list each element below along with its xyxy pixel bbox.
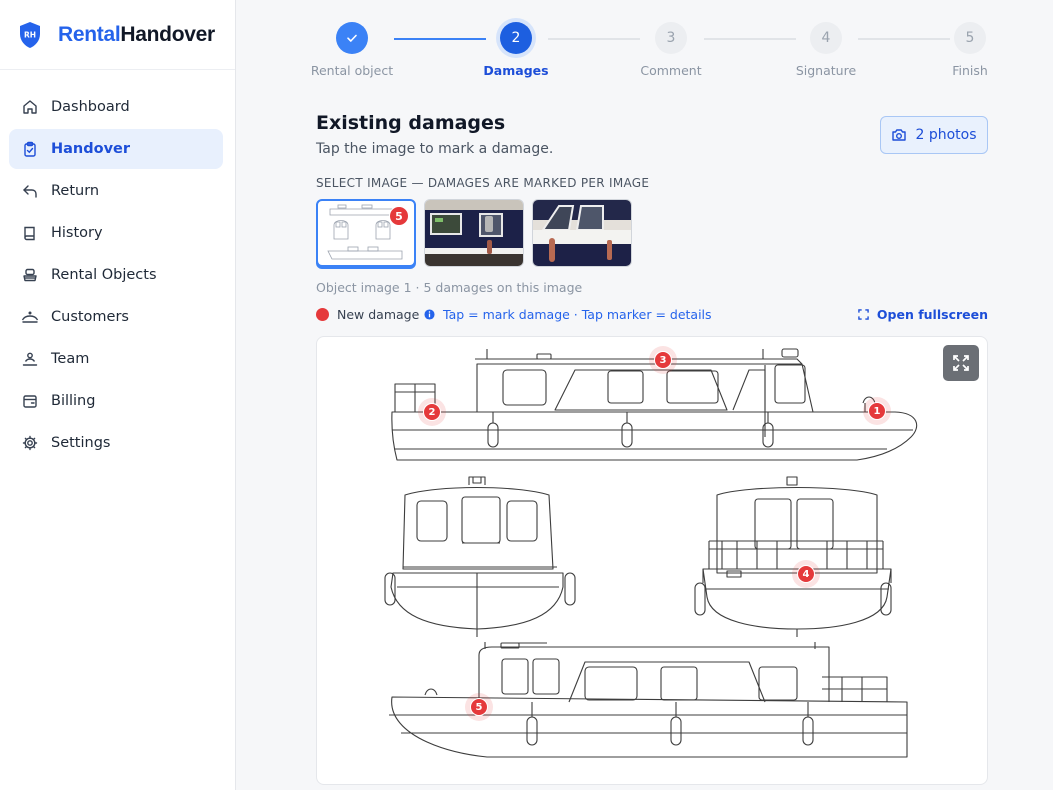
customers-icon	[21, 308, 39, 326]
main-content: Rental object 2 Damages 3 Comment 4 Sign…	[236, 0, 1053, 790]
logo-text: RH	[24, 30, 36, 39]
legend-row: New damage Tap = mark damage · Tap marke…	[316, 307, 988, 325]
team-icon	[21, 350, 39, 368]
thumbnail-photo-2[interactable]	[532, 199, 632, 267]
image-selector: 5	[316, 199, 640, 267]
clipboard-check-icon	[21, 140, 39, 158]
sidebar-item-return[interactable]: Return	[9, 171, 223, 211]
select-image-heading: SELECT IMAGE — DAMAGES ARE MARKED PER IM…	[316, 176, 650, 190]
step-comment[interactable]: 3 Comment	[621, 22, 721, 78]
step-damages[interactable]: 2 Damages	[466, 22, 566, 78]
sidebar-item-label: Return	[51, 183, 100, 199]
step-label: Signature	[795, 63, 857, 78]
boat-icon	[21, 266, 39, 284]
info-icon	[424, 309, 435, 320]
sidebar-item-rental-objects[interactable]: Rental Objects	[9, 255, 223, 295]
billing-icon	[21, 392, 39, 410]
gear-icon	[21, 434, 39, 452]
page-subtitle: Tap the image to mark a damage.	[316, 141, 554, 157]
boat-photo-1	[425, 200, 523, 266]
brand[interactable]: RH RentalHandover	[0, 0, 235, 70]
boat-diagram	[384, 348, 918, 758]
sidebar-item-label: Handover	[51, 141, 131, 157]
damage-marker-2[interactable]: 2	[423, 403, 441, 421]
photos-button-label: 2 photos	[915, 127, 977, 143]
step-label: Finish	[952, 63, 988, 78]
sidebar-item-settings[interactable]: Settings	[9, 423, 223, 463]
legend-new-damage-label: New damage	[337, 307, 420, 322]
expand-icon	[858, 309, 869, 320]
red-dot-icon	[316, 308, 329, 321]
photos-button[interactable]: 2 photos	[880, 116, 988, 154]
step-rental-object[interactable]: Rental object	[302, 22, 402, 78]
open-fullscreen-label: Open fullscreen	[876, 307, 988, 322]
step-number: 4	[810, 22, 842, 54]
return-arrow-icon	[21, 182, 39, 200]
home-icon	[21, 98, 39, 116]
expand-button[interactable]	[943, 345, 979, 381]
sidebar-item-label: Billing	[51, 393, 96, 409]
sidebar-item-label: Customers	[51, 309, 129, 325]
sidebar-item-label: Rental Objects	[51, 267, 157, 283]
book-icon	[21, 224, 39, 242]
step-label: Rental object	[310, 63, 394, 78]
damage-marker-4[interactable]: 4	[797, 565, 815, 583]
page-title: Existing damages	[316, 112, 506, 134]
shield-logo-icon: RH	[18, 21, 42, 49]
camera-icon	[891, 128, 907, 142]
step-label: Comment	[640, 63, 702, 78]
sidebar: RH RentalHandover Dashboard Handover Ret…	[0, 0, 236, 790]
step-finish[interactable]: 5 Finish	[920, 22, 1020, 78]
sidebar-item-label: History	[51, 225, 103, 241]
step-number: 5	[954, 22, 986, 54]
app-root: RH RentalHandover Dashboard Handover Ret…	[0, 0, 1053, 790]
sidebar-item-label: Settings	[51, 435, 111, 451]
step-label: Damages	[483, 63, 549, 78]
sidebar-item-label: Team	[51, 351, 90, 367]
damage-marker-5[interactable]: 5	[470, 698, 488, 716]
sidebar-item-history[interactable]: History	[9, 213, 223, 253]
damage-count-badge: 5	[389, 206, 409, 226]
sidebar-item-team[interactable]: Team	[9, 339, 223, 379]
damage-marker-1[interactable]: 1	[868, 402, 886, 420]
brand-name: RentalHandover	[58, 23, 215, 47]
damage-canvas[interactable]: 1 2 3 4 5	[316, 336, 988, 785]
damage-marker-3[interactable]: 3	[654, 351, 672, 369]
checkmark-icon	[336, 22, 368, 54]
legend-hint: Tap = mark damage · Tap marker = details	[424, 307, 712, 322]
expand-icon	[953, 355, 969, 371]
image-caption: Object image 1 · 5 damages on this image	[316, 280, 583, 295]
sidebar-item-billing[interactable]: Billing	[9, 381, 223, 421]
legend-hint-text: Tap = mark damage · Tap marker = details	[443, 307, 712, 322]
sidebar-item-dashboard[interactable]: Dashboard	[9, 87, 223, 127]
legend-new-damage: New damage	[316, 307, 419, 322]
sidebar-item-customers[interactable]: Customers	[9, 297, 223, 337]
thumbnail-object-image[interactable]: 5	[316, 199, 416, 267]
sidebar-nav: Dashboard Handover Return History Rental…	[0, 70, 235, 463]
sidebar-item-handover[interactable]: Handover	[9, 129, 223, 169]
progress-stepper: Rental object 2 Damages 3 Comment 4 Sign…	[311, 22, 988, 78]
brand-name-part1: Rental	[58, 22, 121, 46]
open-fullscreen-link[interactable]: Open fullscreen	[858, 307, 988, 322]
sidebar-item-label: Dashboard	[51, 99, 130, 115]
step-number: 3	[655, 22, 687, 54]
thumbnail-photo-1[interactable]	[424, 199, 524, 267]
step-number: 2	[500, 22, 532, 54]
step-signature[interactable]: 4 Signature	[776, 22, 876, 78]
brand-name-part2: Handover	[120, 22, 215, 46]
boat-photo-2	[533, 200, 631, 266]
